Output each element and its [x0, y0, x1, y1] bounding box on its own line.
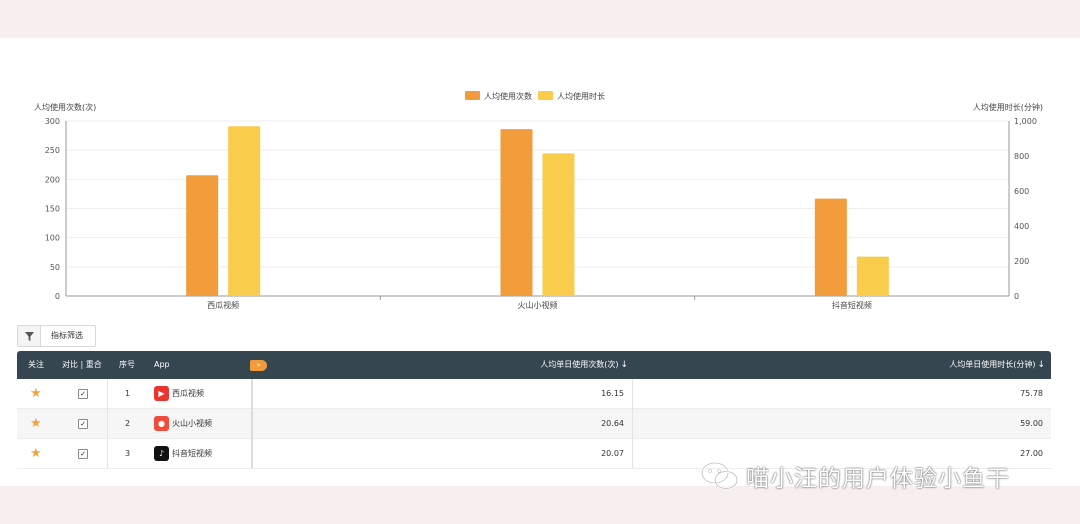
y-axis-label-left: 人均使用次数(次)	[34, 102, 96, 112]
app-name[interactable]: 抖音短视频	[172, 439, 212, 468]
header-daily-duration-label: 人均单日使用时长(分钟)	[949, 360, 1036, 369]
y-tick-left: 50	[50, 263, 60, 272]
bar-chart: 人均使用次数 人均使用时长 人均使用次数(次) 人均使用时长(分钟) 0 50 100…	[34, 91, 1043, 310]
bar-count[interactable]	[186, 175, 219, 296]
app-name[interactable]: 西瓜视频	[172, 379, 204, 408]
category-labels: 西瓜视频 火山小视频 抖音短视频	[207, 300, 872, 310]
y-tick-right: 400	[1014, 222, 1029, 231]
y-tick-right: 600	[1014, 187, 1029, 196]
wechat-icon	[701, 462, 738, 490]
daily-count-value: 20.07	[601, 449, 624, 458]
daily-duration-value: 59.00	[1020, 419, 1043, 428]
app-name[interactable]: 火山小视频	[172, 409, 212, 438]
row-index: 3	[125, 449, 131, 458]
row-index: 1	[125, 389, 131, 398]
header-follow: 关注	[28, 360, 44, 369]
y-tick-left: 250	[45, 146, 60, 155]
row-index: 2	[125, 419, 131, 428]
header-daily-count-label: 人均单日使用次数(次)	[540, 360, 619, 369]
follow-star-icon[interactable]: ★	[30, 379, 42, 408]
y-tick-right: 1,000	[1014, 117, 1037, 126]
y-tick-right: 0	[1014, 292, 1019, 301]
compare-checkbox[interactable]: ✓	[78, 449, 88, 459]
bar-duration[interactable]	[228, 126, 261, 296]
indicator-filter-button[interactable]: 指标筛选	[17, 325, 96, 347]
daily-count-value: 16.15	[601, 389, 624, 398]
y-tick-right: 800	[1014, 152, 1029, 161]
header-index: 序号	[119, 360, 135, 369]
filter-icon	[18, 326, 41, 346]
xigua-video-icon: ▶	[154, 386, 169, 401]
daily-count-value: 20.64	[601, 419, 624, 428]
follow-star-icon[interactable]: ★	[30, 409, 42, 438]
header-daily-duration[interactable]: 人均单日使用时长(分钟) ↓	[949, 351, 1045, 379]
column-divider	[107, 379, 108, 468]
bar-count[interactable]	[814, 198, 847, 296]
legend-label[interactable]: 人均使用次数	[484, 91, 532, 101]
compare-checkbox[interactable]: ✓	[78, 389, 88, 399]
legend-swatch[interactable]	[465, 91, 480, 100]
x-tick-label: 抖音短视频	[832, 300, 872, 310]
bars	[186, 126, 889, 296]
x-tick-label: 西瓜视频	[207, 300, 239, 310]
header-app: App	[154, 360, 170, 369]
y-tick-left: 150	[45, 205, 60, 214]
watermark: 喵小汪的用户体验小鱼干	[700, 458, 1010, 494]
y-tick-left: 300	[45, 117, 60, 126]
follow-star-icon[interactable]: ★	[30, 439, 42, 468]
y-tick-left: 200	[45, 175, 60, 184]
chart-legend: 人均使用次数 人均使用时长	[465, 91, 605, 101]
frozen-column-shadow	[251, 379, 253, 468]
legend-label[interactable]: 人均使用时长	[557, 91, 605, 101]
y-tick-left: 100	[45, 234, 60, 243]
bar-duration[interactable]	[856, 256, 889, 296]
daily-duration-value: 75.78	[1020, 389, 1043, 398]
y-tick-right: 200	[1014, 257, 1029, 266]
y-axis-label-right: 人均使用时长(分钟)	[973, 102, 1043, 112]
sort-down-icon: ↓	[1037, 360, 1045, 370]
daily-duration-value: 27.00	[1020, 449, 1043, 458]
bar-duration[interactable]	[542, 153, 575, 296]
compare-checkbox[interactable]: ✓	[78, 419, 88, 429]
header-daily-count[interactable]: 人均单日使用次数(次) ↓	[540, 351, 628, 379]
huoshan-video-icon: ●	[154, 416, 169, 431]
y-tick-left: 0	[55, 292, 60, 301]
watermark-text: 喵小汪的用户体验小鱼干	[746, 466, 1010, 492]
table-header: 关注 对比 | 重合 序号 App » 人均单日使用次数(次) ↓ 人均单日使用时…	[17, 351, 1051, 379]
column-divider	[632, 379, 633, 468]
table-row: ★ ✓ 2 ● 火山小视频 20.64 59.00	[17, 409, 1051, 439]
table-row: ★ ✓ 1 ▶ 西瓜视频 16.15 75.78	[17, 379, 1051, 409]
x-tick-label: 火山小视频	[518, 300, 558, 310]
douyin-icon: ♪	[154, 446, 169, 461]
expand-columns-button[interactable]: »	[250, 360, 267, 371]
filter-label: 指标筛选	[51, 331, 83, 340]
header-compare: 对比 | 重合	[62, 360, 102, 369]
sort-down-icon: ↓	[620, 360, 628, 370]
bar-count[interactable]	[500, 129, 533, 296]
app-table: 关注 对比 | 重合 序号 App » 人均单日使用次数(次) ↓ 人均单日使用时…	[17, 351, 1051, 469]
legend-swatch[interactable]	[538, 91, 553, 100]
